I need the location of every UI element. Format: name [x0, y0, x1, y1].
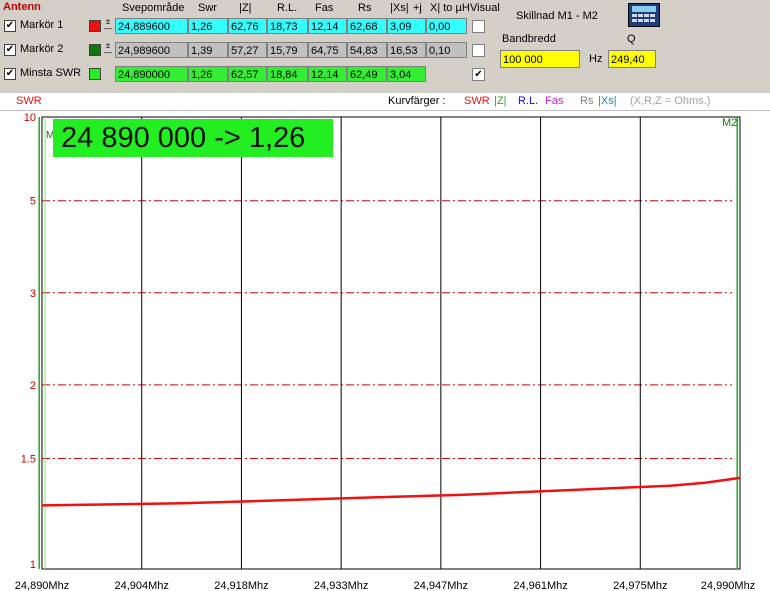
bandwidth-unit: Hz: [589, 53, 603, 65]
q-label: Q: [627, 33, 636, 45]
swr-axis-title: SWR: [16, 95, 42, 107]
col-header-uh: X| to µH: [430, 2, 470, 14]
marker2-uh-field: 0,10: [426, 42, 467, 58]
y-tick-label: 1.5: [21, 454, 36, 466]
top-panel: Antenn Svepområde Swr |Z| R.L. Fas Rs |X…: [0, 0, 770, 93]
marker1-swr-field: 1,26: [188, 18, 228, 34]
col-header-swr: Swr: [198, 2, 217, 14]
marker1-checkbox[interactable]: ✔: [4, 20, 16, 32]
col-header-visual: Visual: [470, 2, 500, 14]
col-header-sweep: Svepområde: [122, 2, 185, 14]
col-header-z: |Z|: [239, 2, 252, 14]
bandwidth-label: Bandbredd: [502, 33, 556, 45]
col-header-rl: R.L.: [277, 2, 298, 14]
min-swr-rl-field: 18,84: [267, 66, 308, 82]
marker2-color-swatch[interactable]: [89, 44, 101, 56]
legend-xs[interactable]: |Xs|: [598, 95, 617, 107]
q-field[interactable]: 249,40: [608, 50, 656, 68]
min-swr-phase-field: 12,14: [308, 66, 347, 82]
marker1-updown-icon[interactable]: ± —: [104, 18, 112, 33]
readout-banner: 24 890 000 -> 1,26: [53, 119, 333, 157]
marker2-updown-icon[interactable]: ± —: [104, 42, 112, 57]
marker2-z-field: 57,27: [228, 42, 267, 58]
marker1-sweep-field[interactable]: 24,889600: [115, 18, 188, 34]
min-swr-color-swatch[interactable]: [89, 68, 101, 80]
min-swr-checkbox[interactable]: ✔: [4, 68, 16, 80]
legend-rl[interactable]: R.L.: [518, 95, 538, 107]
x-tick-label: 24,947Mhz: [414, 580, 468, 591]
marker2-phase-field: 64,75: [308, 42, 347, 58]
legend-ohms-note: (X,R,Z = Ohms.): [630, 95, 711, 107]
min-swr-swr-field: 1,26: [188, 66, 228, 82]
legend-strip: SWR Kurvfärger : SWR |Z| R.L. Fas Rs |Xs…: [0, 93, 770, 111]
marker2-rs-field: 54,83: [347, 42, 387, 58]
min-swr-label: Minsta SWR: [20, 67, 82, 79]
x-tick-label: 24,975Mhz: [613, 580, 667, 591]
marker1-z-field: 62,76: [228, 18, 267, 34]
bandwidth-field[interactable]: 100 000: [500, 50, 580, 68]
x-tick-label: 24,990Mhz: [701, 580, 755, 591]
min-swr-z-field: 62,57: [228, 66, 267, 82]
legend-rs[interactable]: Rs: [580, 95, 593, 107]
marker2-xs-field: 16,53: [387, 42, 426, 58]
marker1-xs-field: 3,09: [387, 18, 426, 34]
marker1-rs-field: 62,68: [347, 18, 387, 34]
col-header-rs: Rs: [358, 2, 372, 14]
col-header-j: +j: [413, 2, 422, 14]
y-tick-label: 2: [30, 380, 36, 392]
marker1-phase-field: 12,14: [308, 18, 347, 34]
marker2-label: Markör 2: [20, 43, 64, 55]
plot-area: [41, 116, 741, 570]
min-swr-xs-field: 3,04: [387, 66, 426, 82]
x-tick-label: 24,904Mhz: [114, 580, 168, 591]
x-tick-label: 24,933Mhz: [314, 580, 368, 591]
marker1-label: Markör 1: [20, 19, 64, 31]
y-tick-label: 1: [30, 559, 36, 571]
marker1-rl-field: 18,73: [267, 18, 308, 34]
min-swr-rs-field: 62,49: [347, 66, 387, 82]
swr-chart[interactable]: 1 1.5 2 3 5 10 24,890Mhz 24,904Mhz 24,918Mhz 24,…: [0, 110, 770, 591]
curve-colors-label: Kurvfärger :: [388, 95, 446, 107]
marker1-visual-checkbox[interactable]: [472, 20, 485, 33]
marker2-rl-field: 15,79: [267, 42, 308, 58]
min-swr-sweep-field: 24,890000: [115, 66, 188, 82]
diff-title: Skillnad M1 - M2: [516, 10, 598, 22]
marker2-visual-checkbox[interactable]: [472, 44, 485, 57]
y-tick-label: 3: [30, 288, 36, 300]
m2-marker-label: M2: [722, 117, 737, 129]
marker2-sweep-field[interactable]: 24,989600: [115, 42, 188, 58]
x-tick-label: 24,890Mhz: [15, 580, 69, 591]
legend-z[interactable]: |Z|: [494, 95, 506, 107]
x-tick-label: 24,961Mhz: [513, 580, 567, 591]
legend-swr[interactable]: SWR: [464, 95, 490, 107]
col-header-phase: Fas: [315, 2, 334, 14]
min-swr-visual-checkbox[interactable]: ✔: [472, 68, 485, 81]
y-tick-label: 5: [30, 196, 36, 208]
col-header-xs: |Xs|: [390, 2, 409, 14]
x-tick-label: 24,918Mhz: [214, 580, 268, 591]
marker1-color-swatch[interactable]: [89, 20, 101, 32]
marker1-uh-field: 0,00: [426, 18, 467, 34]
marker2-swr-field: 1,39: [188, 42, 228, 58]
marker2-checkbox[interactable]: ✔: [4, 44, 16, 56]
calculator-icon[interactable]: [628, 3, 660, 27]
legend-phase[interactable]: Fas: [545, 95, 563, 107]
antenna-label: Antenn: [3, 1, 41, 13]
y-tick-label: 10: [24, 112, 36, 124]
